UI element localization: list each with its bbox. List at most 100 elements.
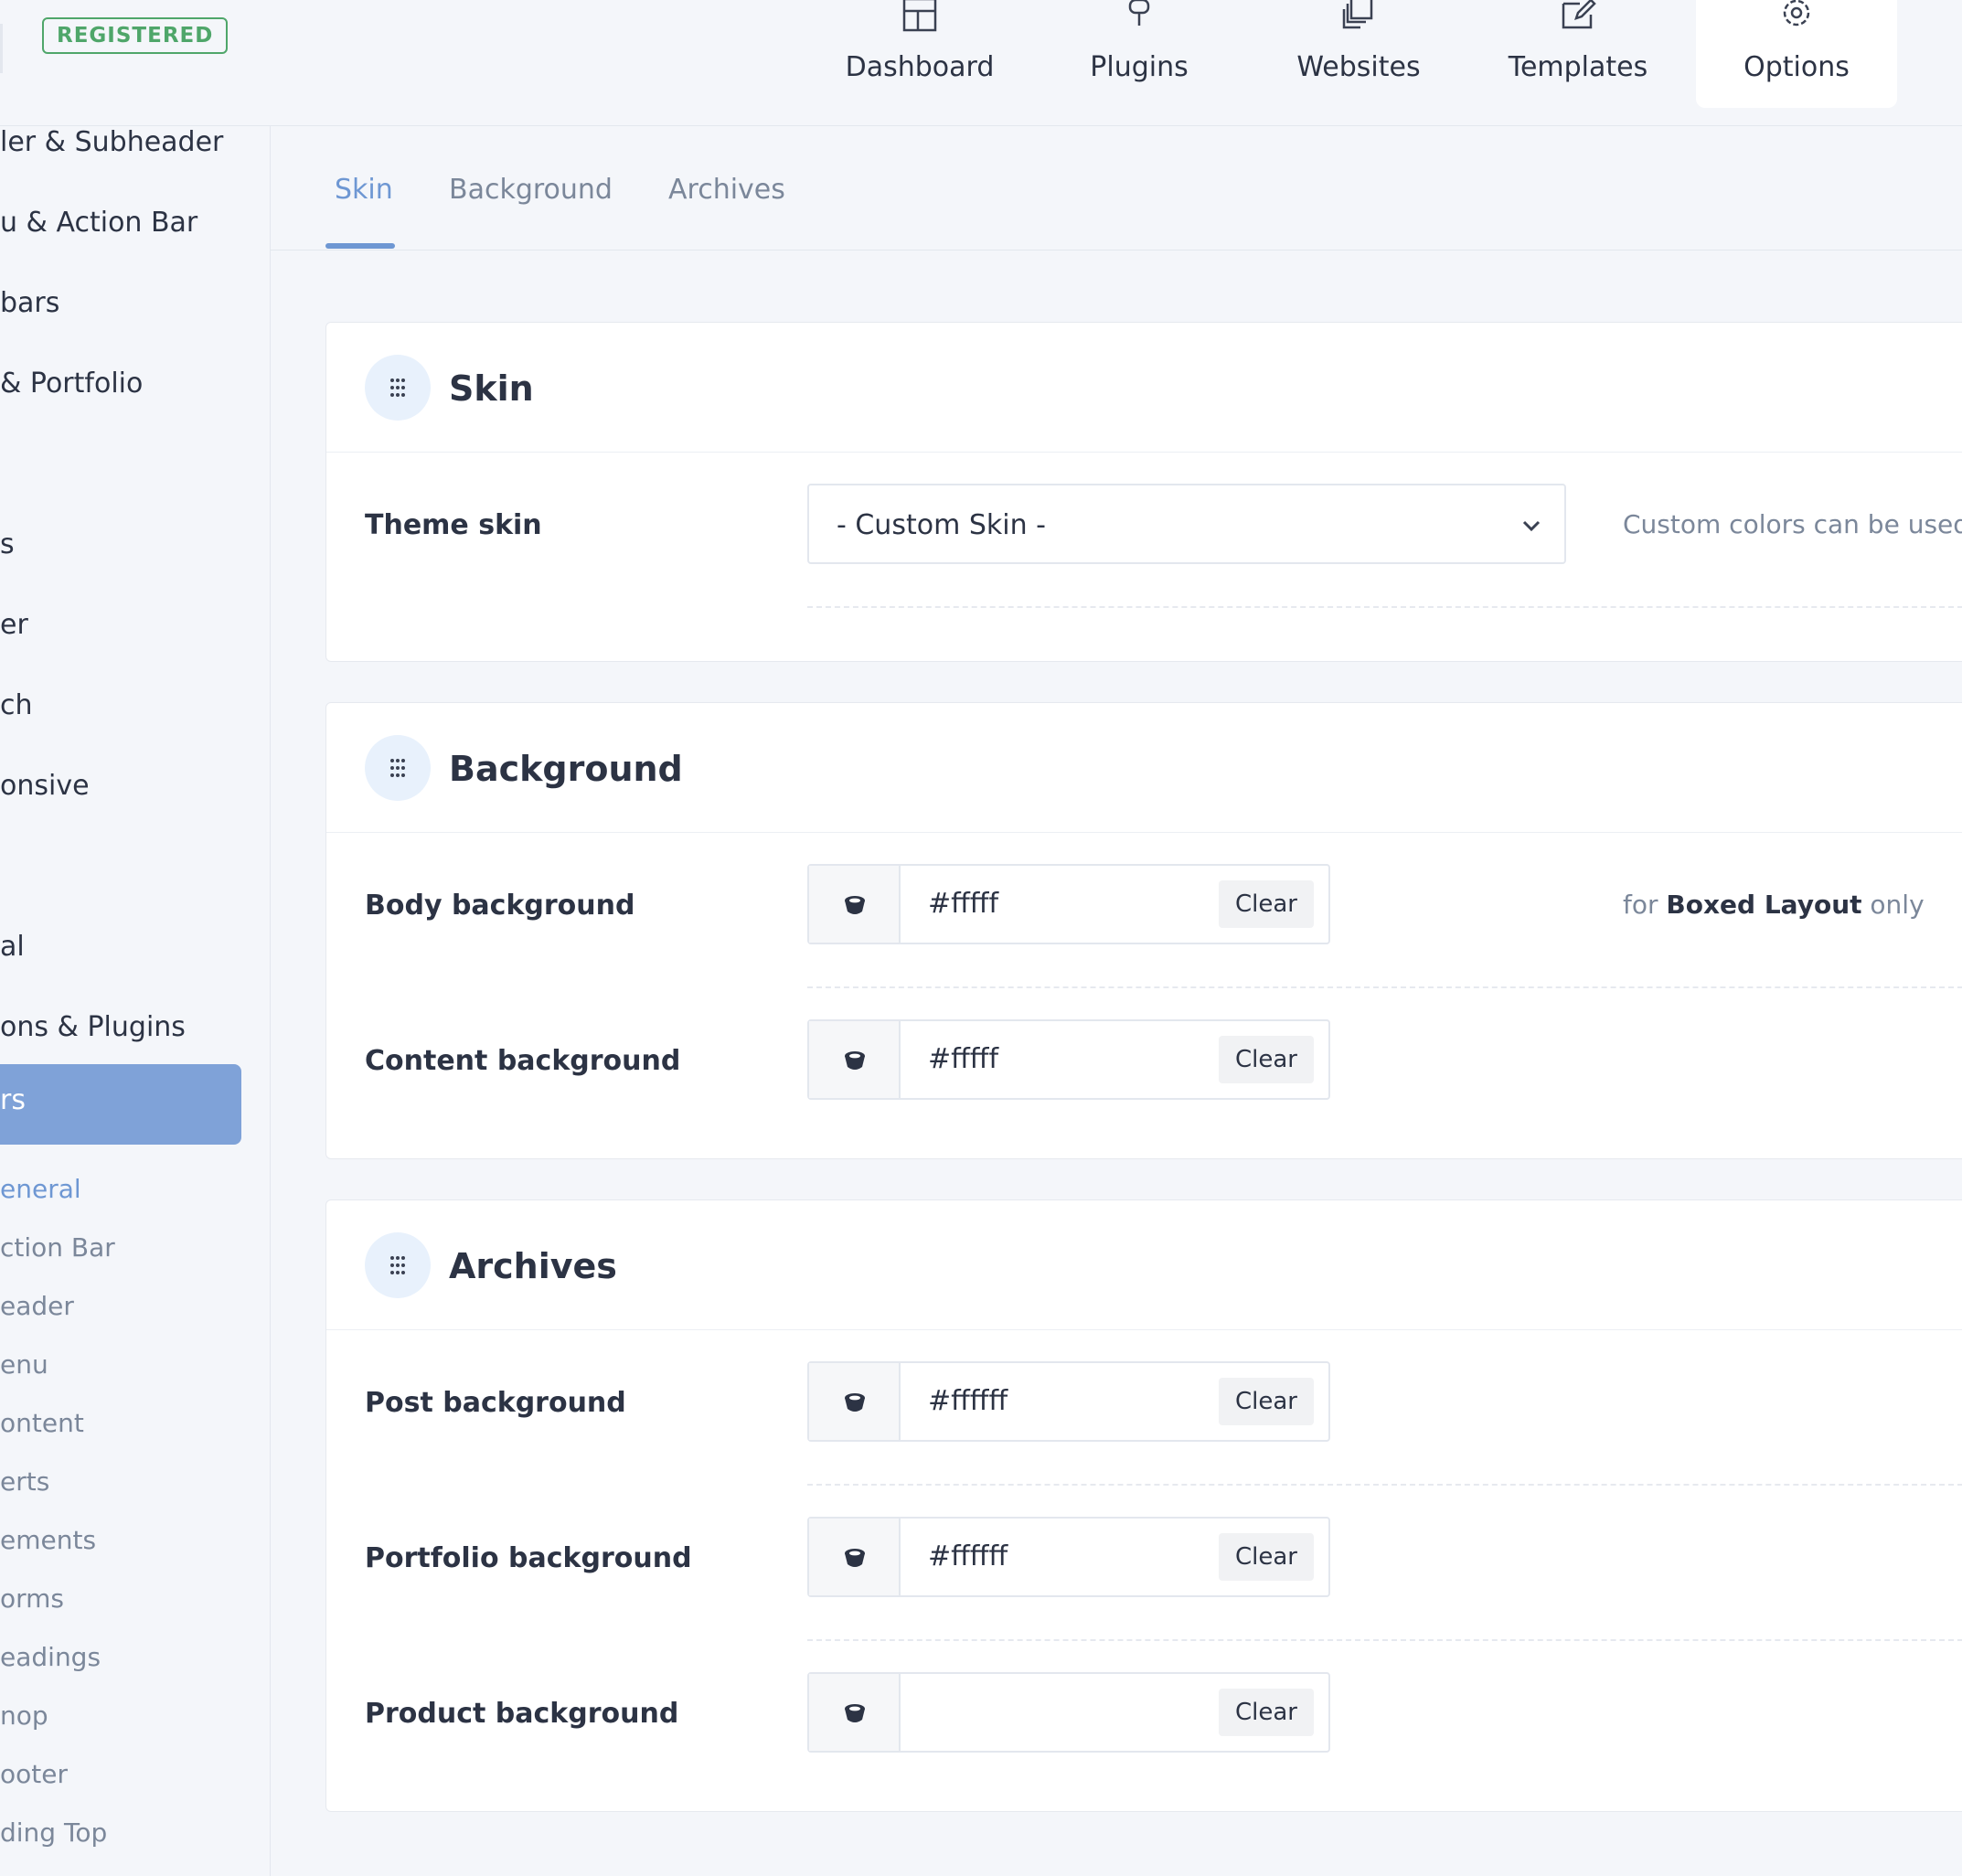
- content-background-picker: #fffff Clear: [807, 1019, 1330, 1100]
- product-background-picker: Clear: [807, 1672, 1330, 1753]
- sidebar-subitem[interactable]: erts: [0, 1466, 49, 1497]
- nav-dashboard-label: Dashboard: [845, 51, 995, 83]
- hint-bold: Boxed Layout: [1666, 890, 1862, 920]
- body-background-picker: #fffff Clear: [807, 864, 1330, 944]
- portfolio-background-value[interactable]: #ffffff: [928, 1540, 1008, 1572]
- post-background-label: Post background: [365, 1387, 626, 1419]
- websites-icon: [1342, 0, 1373, 29]
- left-edge-divider: [0, 24, 3, 73]
- dashboard-icon: [902, 0, 937, 32]
- color-picker-button[interactable]: [809, 1674, 901, 1751]
- drag-handle-icon[interactable]: [365, 735, 431, 801]
- product-background-row: Product background Clear: [326, 1641, 1962, 1796]
- sidebar-item[interactable]: & Portfolio: [0, 368, 143, 400]
- sidebar-item-active-label: rs: [0, 1084, 26, 1116]
- sidebar-item[interactable]: al: [0, 931, 25, 963]
- background-title: Background: [449, 749, 683, 789]
- color-picker-button[interactable]: [809, 866, 901, 943]
- archives-title: Archives: [449, 1246, 617, 1286]
- sidebar-subitem[interactable]: ooter: [0, 1759, 68, 1789]
- content-background-value[interactable]: #fffff: [928, 1043, 998, 1075]
- sidebar-item[interactable]: ler & Subheader: [0, 126, 223, 158]
- top-bar: REGISTERED Dashboard Plugins Websites Te…: [0, 0, 1962, 126]
- registered-badge: REGISTERED: [42, 17, 229, 54]
- background-card: Background Body background #fffff Clear …: [325, 702, 1962, 1159]
- templates-icon: [1562, 0, 1596, 29]
- color-picker-button[interactable]: [809, 1021, 901, 1098]
- paint-bucket-icon: [845, 1704, 865, 1722]
- tab-skin[interactable]: Skin: [335, 174, 393, 206]
- nav-templates[interactable]: Templates: [1477, 0, 1679, 108]
- sidebar-subitem[interactable]: eader: [0, 1291, 74, 1321]
- drag-handle-icon[interactable]: [365, 1232, 431, 1298]
- post-background-row: Post background #ffffff Clear: [326, 1330, 1962, 1486]
- sidebar-item[interactable]: s: [0, 528, 15, 560]
- body-background-label: Body background: [365, 890, 635, 922]
- nav-websites-label: Websites: [1296, 51, 1421, 83]
- content-background-label: Content background: [365, 1045, 681, 1077]
- sidebar-subitem[interactable]: eneral: [0, 1174, 81, 1204]
- post-background-picker: #ffffff Clear: [807, 1361, 1330, 1442]
- nav-templates-label: Templates: [1508, 51, 1648, 83]
- nav-options[interactable]: Options: [1696, 0, 1897, 108]
- nav-websites[interactable]: Websites: [1258, 0, 1459, 108]
- product-background-label: Product background: [365, 1698, 679, 1730]
- post-background-value[interactable]: #ffffff: [928, 1385, 1008, 1417]
- row-divider: [807, 606, 1962, 608]
- portfolio-background-label: Portfolio background: [365, 1542, 692, 1574]
- theme-skin-label: Theme skin: [365, 509, 542, 541]
- sidebar-item[interactable]: onsive: [0, 770, 90, 802]
- sidebar-subitem[interactable]: ding Top: [0, 1817, 107, 1848]
- gear-icon: [1783, 0, 1810, 27]
- sidebar-item-active[interactable]: rs: [0, 1064, 241, 1145]
- sidebar-subitem[interactable]: eadings: [0, 1642, 101, 1672]
- sidebar-item[interactable]: ons & Plugins: [0, 1011, 186, 1043]
- portfolio-background-row: Portfolio background #ffffff Clear: [326, 1486, 1962, 1641]
- paint-bucket-icon: [845, 1549, 865, 1567]
- sidebar-item[interactable]: ch: [0, 689, 33, 721]
- skin-title: Skin: [449, 368, 534, 409]
- drag-handle-icon[interactable]: [365, 355, 431, 421]
- theme-skin-row: Theme skin - Custom Skin - Custom colors…: [326, 453, 1962, 608]
- theme-skin-select[interactable]: - Custom Skin -: [807, 484, 1566, 564]
- theme-skin-hint: Custom colors can be used w: [1623, 509, 1962, 539]
- background-card-header: Background: [326, 703, 1962, 833]
- sidebar: ler & Subheader u & Action Bar bars & Po…: [0, 126, 271, 1876]
- clear-button[interactable]: Clear: [1219, 1533, 1314, 1581]
- hint-suffix: only: [1870, 890, 1925, 920]
- clear-button[interactable]: Clear: [1219, 1378, 1314, 1425]
- skin-card: Skin Theme skin - Custom Skin - Custom c…: [325, 322, 1962, 662]
- color-picker-button[interactable]: [809, 1519, 901, 1595]
- clear-button[interactable]: Clear: [1219, 1036, 1314, 1083]
- tab-archives[interactable]: Archives: [668, 174, 785, 206]
- plug-icon: [1128, 0, 1150, 26]
- boxed-layout-hint: for Boxed Layout only: [1623, 890, 1925, 920]
- sidebar-subitem[interactable]: nop: [0, 1700, 48, 1731]
- sidebar-subitem[interactable]: ontent: [0, 1408, 84, 1438]
- body-background-value[interactable]: #fffff: [928, 888, 998, 920]
- nav-options-label: Options: [1743, 51, 1850, 83]
- hint-prefix: for: [1623, 890, 1658, 920]
- theme-skin-value: - Custom Skin -: [837, 509, 1046, 541]
- sidebar-item[interactable]: er: [0, 609, 28, 641]
- paint-bucket-icon: [845, 896, 865, 914]
- archives-card: Archives Post background #ffffff Clear P…: [325, 1199, 1962, 1812]
- paint-bucket-icon: [845, 1051, 865, 1070]
- sidebar-item[interactable]: bars: [0, 287, 59, 319]
- content-background-row: Content background #fffff Clear: [326, 988, 1962, 1144]
- section-tabs: Skin Background Archives: [271, 126, 1962, 250]
- nav-plugins[interactable]: Plugins: [1039, 0, 1240, 108]
- sidebar-item[interactable]: u & Action Bar: [0, 207, 197, 239]
- color-picker-button[interactable]: [809, 1363, 901, 1440]
- sidebar-subitem[interactable]: enu: [0, 1349, 48, 1380]
- chevron-down-icon: [1522, 520, 1541, 532]
- clear-button[interactable]: Clear: [1219, 1689, 1314, 1736]
- tab-background[interactable]: Background: [449, 174, 613, 206]
- nav-dashboard[interactable]: Dashboard: [819, 0, 1020, 108]
- skin-card-header: Skin: [326, 323, 1962, 453]
- sidebar-subitem[interactable]: ction Bar: [0, 1232, 115, 1263]
- sidebar-subitem[interactable]: ements: [0, 1525, 96, 1555]
- sidebar-subitem[interactable]: orms: [0, 1583, 64, 1614]
- portfolio-background-picker: #ffffff Clear: [807, 1517, 1330, 1597]
- clear-button[interactable]: Clear: [1219, 880, 1314, 928]
